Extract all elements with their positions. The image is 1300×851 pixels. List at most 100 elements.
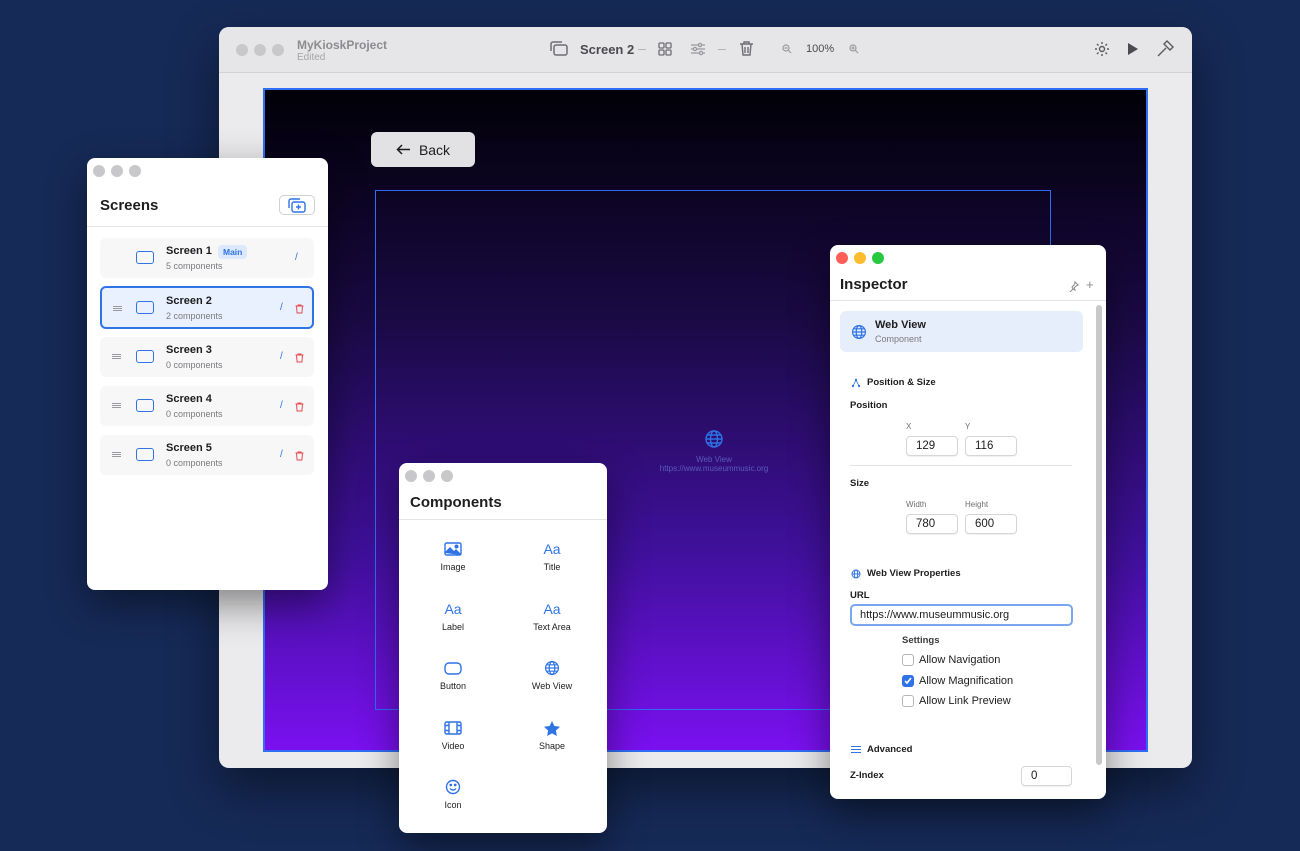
add-icon[interactable]: +	[1086, 277, 1094, 292]
screen-list-item[interactable]: Screen 4 0 components /	[100, 386, 314, 426]
component-web-view[interactable]: Web View	[502, 658, 602, 691]
y-label: Y	[965, 422, 971, 431]
hammer-icon[interactable]	[1156, 40, 1174, 58]
component-image[interactable]: Image	[403, 539, 503, 572]
smiley-icon	[403, 777, 503, 797]
component-text-area[interactable]: Aa Text Area	[502, 599, 602, 632]
allow-magnification-label: Allow Magnification	[919, 675, 1014, 687]
scrollbar[interactable]	[1096, 305, 1102, 765]
width-field[interactable]: 780	[906, 514, 958, 534]
url-input[interactable]: https://www.museummusic.org	[850, 604, 1073, 626]
drag-handle-icon[interactable]	[112, 403, 121, 408]
component-video[interactable]: Video	[403, 718, 503, 751]
allow-navigation-row[interactable]: Allow Navigation	[902, 654, 1000, 666]
screen-list-item[interactable]: Screen 2 2 components /	[100, 286, 314, 329]
trash-icon[interactable]	[295, 350, 304, 368]
zoom-button[interactable]	[272, 44, 284, 56]
zoom-button[interactable]	[872, 252, 884, 264]
settings-label: Settings	[902, 635, 940, 646]
component-label: Video	[441, 741, 465, 751]
screen-component-count: 5 components	[166, 261, 223, 271]
toolbar-divider	[718, 49, 726, 50]
film-icon	[403, 718, 503, 738]
allow-navigation-checkbox[interactable]	[902, 654, 914, 666]
allow-link-preview-checkbox[interactable]	[902, 695, 914, 707]
pencil-icon[interactable]: /	[280, 351, 283, 362]
component-label: Title	[543, 562, 561, 572]
advanced-heading: Advanced	[851, 744, 912, 755]
back-button[interactable]: Back	[371, 132, 475, 167]
y-field[interactable]: 116	[965, 436, 1017, 456]
component-shape[interactable]: Shape	[502, 718, 602, 751]
text-icon: Aa	[444, 601, 462, 617]
close-button[interactable]	[405, 470, 417, 482]
zoom-button[interactable]	[441, 470, 453, 482]
component-label: Shape	[538, 741, 566, 751]
pin-icon[interactable]	[1069, 279, 1079, 297]
component-label: Web View	[531, 681, 573, 691]
trash-icon[interactable]	[295, 399, 304, 417]
allow-magnification-row[interactable]: Allow Magnification	[902, 675, 1013, 687]
gear-icon[interactable]	[1094, 41, 1110, 57]
pencil-icon[interactable]: /	[280, 449, 283, 460]
close-button[interactable]	[93, 165, 105, 177]
x-field[interactable]: 129	[906, 436, 958, 456]
pencil-icon[interactable]: /	[280, 302, 283, 313]
arrow-left-icon	[396, 144, 410, 155]
text-icon: Aa	[543, 541, 561, 557]
trash-icon[interactable]	[295, 448, 304, 466]
component-icon[interactable]: Icon	[403, 777, 503, 810]
window-controls[interactable]	[405, 470, 453, 482]
minimize-button[interactable]	[854, 252, 866, 264]
drag-handle-icon[interactable]	[112, 452, 121, 457]
zindex-field[interactable]: 0	[1021, 766, 1072, 786]
component-label-item[interactable]: Aa Label	[403, 599, 503, 632]
trash-icon[interactable]	[739, 40, 754, 57]
pencil-icon[interactable]: /	[295, 252, 298, 263]
screen-name: Screen 2	[166, 295, 212, 307]
component-button[interactable]: Button	[403, 658, 503, 691]
component-label: Icon	[444, 800, 462, 810]
height-label: Height	[965, 500, 989, 509]
minimize-button[interactable]	[423, 470, 435, 482]
add-screen-button[interactable]	[279, 195, 315, 215]
drag-handle-icon[interactable]	[112, 354, 121, 359]
globe-icon	[851, 324, 867, 345]
position-icon	[851, 378, 861, 387]
screen-component-count: 0 components	[166, 458, 223, 468]
components-panel: Components Image Aa Title Aa Label Aa Te…	[399, 463, 607, 833]
zoom-in-icon[interactable]	[849, 44, 859, 54]
trash-icon[interactable]	[295, 301, 304, 319]
screen-list-item[interactable]: Screen 1 Main 5 components /	[100, 238, 314, 278]
panel-title: Components	[410, 494, 502, 511]
zoom-button[interactable]	[129, 165, 141, 177]
checkmark-icon	[904, 677, 912, 685]
allow-magnification-checkbox[interactable]	[902, 675, 914, 687]
window-controls[interactable]	[836, 252, 884, 264]
screens-icon[interactable]	[549, 40, 569, 57]
width-label: Width	[906, 500, 927, 509]
webview-url: https://www.museummusic.org	[659, 464, 769, 473]
zoom-out-icon[interactable]	[782, 44, 792, 54]
window-controls[interactable]	[93, 165, 141, 177]
globe-icon	[705, 430, 723, 448]
sliders-icon[interactable]	[690, 42, 706, 56]
screen-list-item[interactable]: Screen 5 0 components /	[100, 435, 314, 475]
minimize-button[interactable]	[111, 165, 123, 177]
title-bar: MyKioskProject Edited Screen 2 100%	[219, 27, 1192, 73]
grid-icon[interactable]	[658, 42, 672, 56]
close-button[interactable]	[236, 44, 248, 56]
minimize-button[interactable]	[254, 44, 266, 56]
component-title[interactable]: Aa Title	[502, 539, 602, 572]
close-button[interactable]	[836, 252, 848, 264]
pencil-icon[interactable]: /	[280, 400, 283, 411]
window-controls[interactable]	[236, 44, 284, 56]
drag-handle-icon[interactable]	[113, 306, 122, 311]
screen-name: Screen 5	[166, 442, 212, 454]
screen-component-count: 0 components	[166, 360, 223, 370]
screen-list-item[interactable]: Screen 3 0 components /	[100, 337, 314, 377]
allow-link-preview-row[interactable]: Allow Link Preview	[902, 695, 1011, 707]
play-icon[interactable]	[1127, 42, 1139, 56]
height-field[interactable]: 600	[965, 514, 1017, 534]
screen-icon	[136, 399, 154, 412]
